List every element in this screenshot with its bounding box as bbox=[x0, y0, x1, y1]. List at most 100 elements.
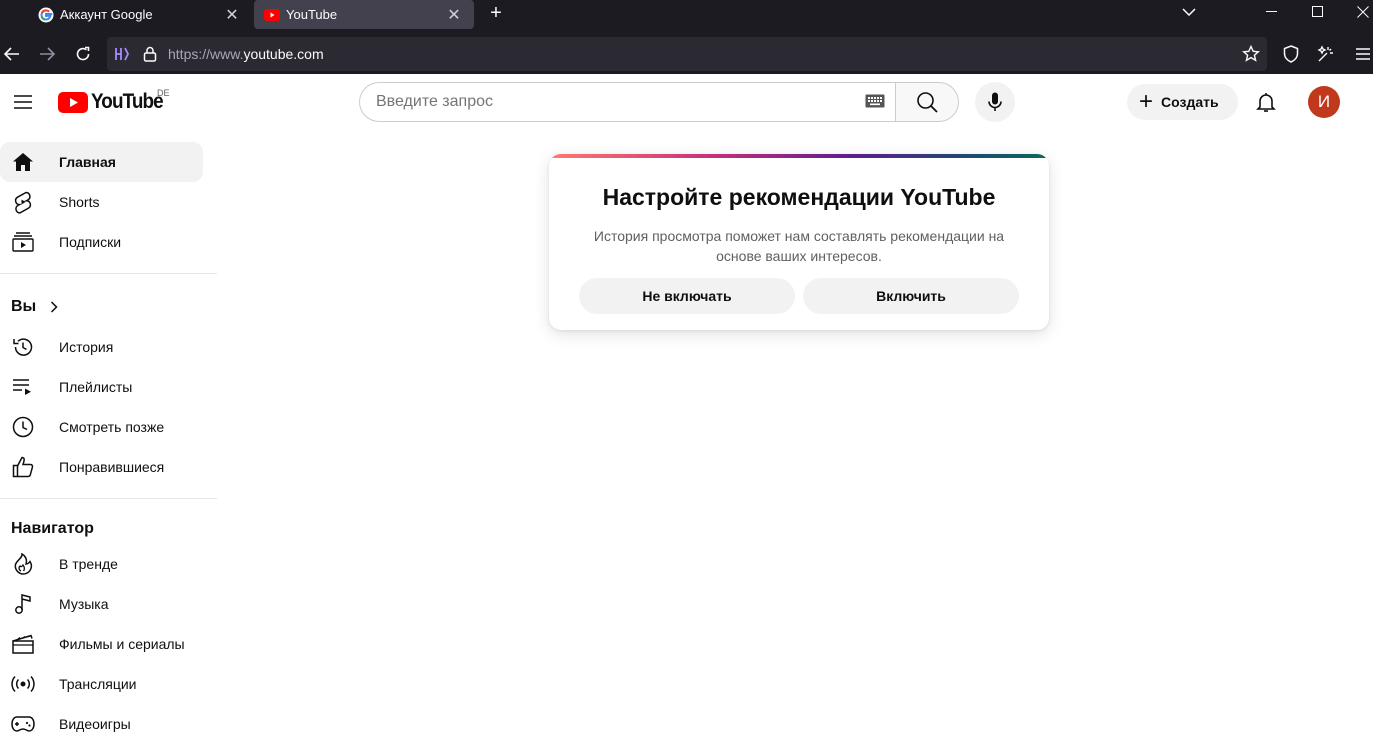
sidebar-item-subscriptions[interactable]: Подписки bbox=[0, 222, 203, 262]
music-icon bbox=[11, 592, 35, 616]
sidebar-item-label: В тренде bbox=[59, 556, 118, 572]
close-tab-icon[interactable]: ✕ bbox=[222, 5, 242, 25]
live-icon bbox=[11, 672, 35, 696]
microphone-icon bbox=[988, 92, 1002, 111]
url-text: https://www.youtube.com bbox=[168, 46, 324, 62]
close-tab-icon[interactable]: ✕ bbox=[444, 5, 464, 25]
search-icon bbox=[917, 92, 938, 113]
sidebar-explore-heading: Навигатор bbox=[11, 520, 94, 538]
guide-sidebar: Главная Shorts Подписки Вы История Плейл… bbox=[0, 130, 218, 755]
notifications-bell-icon[interactable] bbox=[1254, 90, 1278, 114]
url-domain: youtube.com bbox=[243, 46, 324, 62]
accept-button[interactable]: Включить bbox=[803, 278, 1019, 314]
sidebar-divider bbox=[0, 498, 217, 499]
sidebar-item-live[interactable]: Трансляции bbox=[0, 664, 203, 704]
movies-icon bbox=[11, 632, 35, 656]
url-prefix: https://www. bbox=[168, 46, 244, 62]
sidebar-item-label: Музыка bbox=[59, 596, 109, 612]
close-window-icon[interactable] bbox=[1343, 0, 1373, 24]
sidebar-item-playlists[interactable]: Плейлисты bbox=[0, 367, 203, 407]
recommendations-prompt-card: Настройте рекомендации YouTube История п… bbox=[549, 154, 1049, 330]
masthead: YouTube DE Введите запрос + Создать И bbox=[0, 74, 1373, 130]
reload-icon[interactable] bbox=[71, 42, 95, 66]
create-label: Создать bbox=[1161, 94, 1219, 110]
list-all-tabs-chevron-icon[interactable] bbox=[1169, 0, 1209, 24]
forward-arrow-icon[interactable] bbox=[35, 42, 59, 66]
bookmark-star-icon[interactable] bbox=[1242, 44, 1260, 68]
youtube-logo[interactable]: YouTube bbox=[58, 90, 171, 113]
new-tab-plus-icon[interactable]: + bbox=[484, 2, 508, 26]
sidebar-divider bbox=[0, 273, 217, 274]
plus-icon: + bbox=[1139, 88, 1154, 115]
youtube-page: YouTube DE Введите запрос + Создать И Гл… bbox=[0, 74, 1373, 755]
history-icon bbox=[11, 335, 35, 359]
youtube-logo-icon bbox=[58, 91, 88, 113]
you-heading-label: Вы bbox=[11, 298, 37, 315]
minimize-icon[interactable] bbox=[1252, 0, 1292, 24]
decline-label: Не включать bbox=[642, 288, 732, 304]
tab-title: Аккаунт Google bbox=[60, 7, 153, 22]
avatar-letter: И bbox=[1317, 92, 1331, 111]
trending-icon bbox=[11, 552, 35, 576]
shorts-icon bbox=[11, 190, 35, 214]
avatar[interactable]: И bbox=[1308, 86, 1340, 118]
sidebar-item-movies[interactable]: Фильмы и сериалы bbox=[0, 624, 203, 664]
back-arrow-icon[interactable] bbox=[0, 42, 24, 66]
sidebar-item-history[interactable]: История bbox=[0, 327, 203, 367]
sidebar-item-label: Трансляции bbox=[59, 676, 137, 692]
gaming-icon bbox=[11, 712, 35, 736]
logo-text: YouTube bbox=[91, 90, 164, 113]
sidebar-item-label: История bbox=[59, 339, 114, 355]
sidebar-item-watch-later[interactable]: Смотреть позже bbox=[0, 407, 203, 447]
playlists-icon bbox=[11, 375, 35, 399]
like-icon bbox=[11, 455, 35, 479]
shield-icon[interactable] bbox=[1279, 42, 1303, 66]
sidebar-item-shorts[interactable]: Shorts bbox=[0, 182, 203, 222]
tab-google-account[interactable]: Аккаунт Google ✕ bbox=[28, 0, 252, 29]
card-gradient-bar bbox=[549, 154, 1049, 158]
card-description: История просмотра поможет нам составлять… bbox=[593, 228, 1005, 264]
watch-later-icon bbox=[11, 415, 35, 439]
tab-youtube[interactable]: YouTube ✕ bbox=[254, 0, 474, 29]
search-button[interactable] bbox=[895, 82, 959, 122]
youtube-favicon-icon bbox=[264, 7, 280, 23]
search-placeholder: Введите запрос bbox=[376, 93, 493, 110]
navigation-toolbar: https://www.youtube.com bbox=[0, 34, 1373, 74]
sidebar-item-label: Подписки bbox=[59, 234, 122, 250]
decline-button[interactable]: Не включать bbox=[579, 278, 795, 314]
sidebar-item-label: Понравившиеся bbox=[59, 459, 165, 475]
region-code: DE bbox=[157, 88, 170, 98]
sidebar-item-home[interactable]: Главная bbox=[0, 142, 203, 182]
google-favicon-icon bbox=[38, 7, 54, 23]
address-bar[interactable]: https://www.youtube.com bbox=[107, 37, 1267, 71]
maximize-icon[interactable] bbox=[1298, 0, 1338, 24]
sidebar-item-trending[interactable]: В тренде bbox=[0, 544, 203, 584]
sidebar-item-music[interactable]: Музыка bbox=[0, 584, 203, 624]
keyboard-icon[interactable] bbox=[865, 94, 885, 108]
sidebar-you-heading[interactable]: Вы bbox=[11, 298, 58, 316]
sidebar-item-label: Фильмы и сериалы bbox=[59, 636, 185, 652]
lock-icon[interactable] bbox=[143, 46, 157, 67]
sidebar-item-liked[interactable]: Понравившиеся bbox=[0, 447, 203, 487]
guide-menu-icon[interactable] bbox=[11, 90, 35, 114]
voice-search-button[interactable] bbox=[975, 82, 1015, 122]
home-icon bbox=[11, 150, 35, 174]
sidebar-item-label: Плейлисты bbox=[59, 379, 133, 395]
sidebar-item-label: Смотреть позже bbox=[59, 419, 165, 435]
tab-strip: Аккаунт Google ✕ YouTube ✕ + bbox=[0, 0, 1373, 34]
extension-tracker-icon[interactable] bbox=[113, 45, 131, 68]
card-title: Настройте рекомендации YouTube bbox=[602, 184, 996, 210]
subscriptions-icon bbox=[11, 230, 35, 254]
sidebar-item-label: Видеоигры bbox=[59, 716, 131, 732]
search-input[interactable]: Введите запрос bbox=[359, 82, 896, 122]
explore-heading-label: Навигатор bbox=[11, 520, 94, 537]
sidebar-item-label: Главная bbox=[59, 154, 116, 170]
chevron-right-icon bbox=[50, 301, 58, 313]
browser-chrome: Аккаунт Google ✕ YouTube ✕ + https://www… bbox=[0, 0, 1373, 74]
create-button[interactable]: + Создать bbox=[1127, 84, 1238, 120]
sidebar-item-label: Shorts bbox=[59, 194, 100, 210]
accept-label: Включить bbox=[876, 288, 946, 304]
menu-hamburger-icon[interactable] bbox=[1351, 42, 1373, 66]
sidebar-item-gaming[interactable]: Видеоигры bbox=[0, 704, 203, 744]
extensions-sparkle-icon[interactable] bbox=[1314, 42, 1338, 66]
